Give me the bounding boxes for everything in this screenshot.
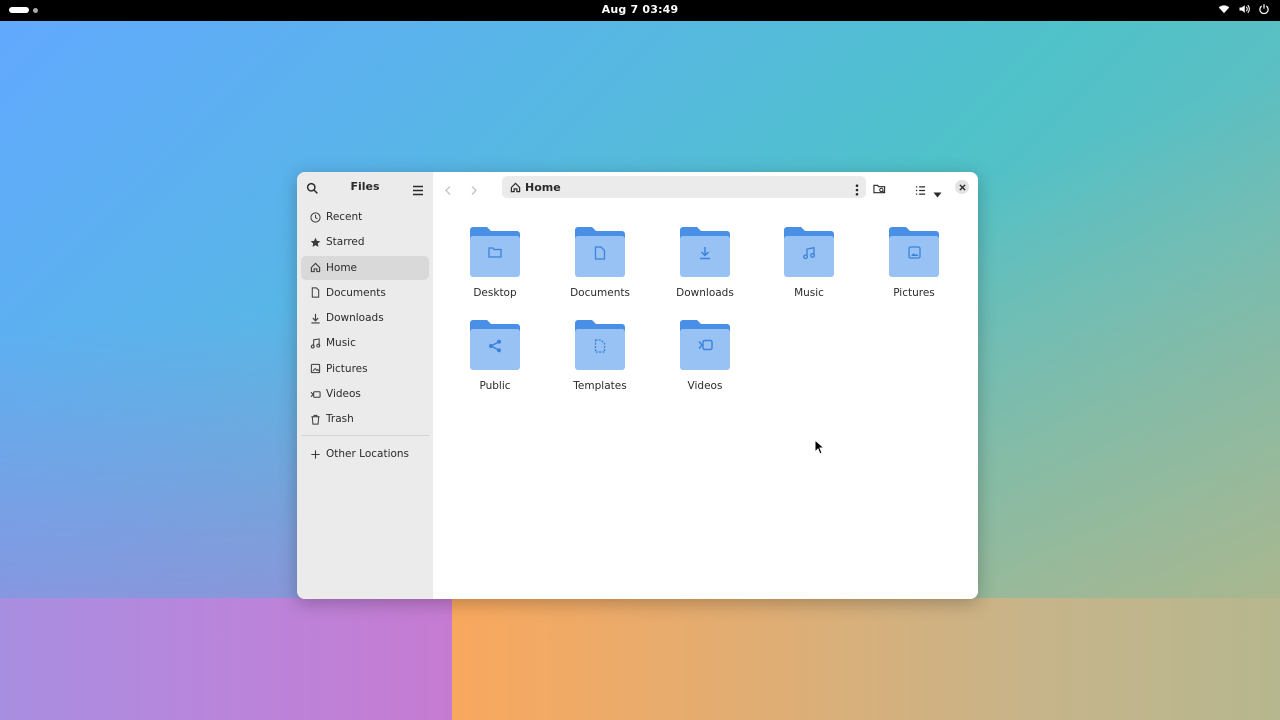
folder-label: Pictures: [893, 287, 935, 299]
current-location[interactable]: Home: [525, 181, 561, 194]
sidebar-item-label: Starred: [326, 236, 365, 249]
sidebar-header: Files: [297, 172, 433, 202]
folder-label: Public: [479, 380, 511, 392]
sidebar-item-home[interactable]: Home: [301, 255, 429, 280]
close-button[interactable]: [955, 180, 969, 194]
video-icon: [309, 388, 321, 400]
clock[interactable]: Aug 7 03:49: [0, 3, 1280, 16]
sidebar-item-label: Music: [326, 337, 356, 350]
more-options-icon[interactable]: [855, 181, 859, 200]
sidebar-item-label: Other Locations: [326, 448, 410, 461]
sidebar-item-label: Recent: [326, 211, 363, 223]
folder-pictures[interactable]: Pictures: [869, 224, 959, 299]
video-emblem-icon: [678, 339, 732, 351]
sidebar-item-label: Trash: [326, 413, 354, 426]
trash-icon: [309, 413, 321, 425]
picture-icon: [309, 363, 321, 375]
sidebar-item-label: Videos: [326, 388, 361, 401]
mouse-pointer-icon: [814, 438, 826, 459]
template-emblem-icon: [573, 339, 627, 353]
location-bar[interactable]: Home: [502, 176, 866, 198]
main-content: Home Desktop Documents Downloads Music P…: [433, 172, 978, 599]
folder-label: Downloads: [676, 287, 734, 299]
folder-videos[interactable]: Videos: [660, 317, 750, 392]
folder-emblem-icon: [468, 246, 522, 258]
plus-icon: [309, 448, 321, 460]
wallpaper-bottom-right: [452, 598, 1280, 720]
close-icon: [958, 183, 966, 191]
share-emblem-icon: [468, 339, 522, 353]
folder-icon: [782, 224, 836, 278]
document-icon: [309, 287, 321, 299]
folder-label: Desktop: [473, 287, 517, 299]
folder-documents[interactable]: Documents: [555, 224, 645, 299]
folder-label: Music: [794, 287, 824, 299]
music-emblem-icon: [782, 246, 836, 260]
sidebar-separator: [301, 435, 429, 437]
sidebar-item-label: Documents: [326, 286, 386, 299]
sidebar-item-label: Downloads: [326, 312, 384, 325]
folder-public[interactable]: Public: [450, 317, 540, 392]
files-window: Files Recent Starred Home Documents Down…: [297, 172, 978, 599]
sidebar: Files Recent Starred Home Documents Down…: [297, 172, 433, 599]
home-icon: [510, 182, 521, 193]
header-bar: Home: [433, 172, 978, 202]
download-icon: [309, 312, 321, 324]
back-arrow-icon[interactable]: [443, 181, 453, 200]
sidebar-item-music[interactable]: Music: [301, 331, 429, 355]
document-emblem-icon: [573, 246, 627, 260]
search-folder-icon[interactable]: [873, 180, 886, 199]
folder-icon: [468, 224, 522, 278]
sidebar-item-label: Home: [326, 261, 358, 274]
folder-icon: [678, 224, 732, 278]
sidebar-item-documents[interactable]: Documents: [301, 281, 429, 305]
picture-emblem-icon: [887, 246, 941, 259]
folder-downloads[interactable]: Downloads: [660, 224, 750, 299]
folder-icon: [468, 317, 522, 371]
top-bar: Aug 7 03:49: [0, 0, 1280, 21]
wifi-icon: [1218, 3, 1230, 15]
sidebar-item-videos[interactable]: Videos: [301, 382, 429, 406]
sidebar-item-label: Pictures: [326, 362, 368, 375]
wallpaper-bottom-left: [0, 598, 452, 720]
sidebar-item-recent[interactable]: Recent: [301, 205, 429, 229]
clock-icon: [309, 211, 321, 223]
star-icon: [309, 236, 321, 248]
home-icon: [309, 262, 321, 274]
sidebar-item-starred[interactable]: Starred: [301, 230, 429, 254]
folder-templates[interactable]: Templates: [555, 317, 645, 392]
folder-label: Templates: [573, 380, 627, 392]
folder-label: Documents: [570, 287, 630, 299]
sidebar-item-downloads[interactable]: Downloads: [301, 306, 429, 330]
main-menu-icon[interactable]: [412, 181, 424, 200]
sidebar-item-pictures[interactable]: Pictures: [301, 357, 429, 381]
system-tray[interactable]: [1218, 3, 1270, 15]
sidebar-item-trash[interactable]: Trash: [301, 407, 429, 431]
folder-music[interactable]: Music: [764, 224, 854, 299]
folder-icon: [573, 317, 627, 371]
folder-icon: [678, 317, 732, 371]
list-view-icon[interactable]: [915, 181, 926, 200]
folder-icon: [573, 224, 627, 278]
forward-arrow-icon[interactable]: [469, 181, 479, 200]
power-icon: [1258, 3, 1270, 15]
folder-label: Videos: [687, 380, 723, 392]
chevron-down-icon[interactable]: [933, 183, 942, 202]
download-emblem-icon: [678, 246, 732, 260]
folder-desktop[interactable]: Desktop: [450, 224, 540, 299]
music-icon: [309, 337, 321, 349]
folder-icon: [887, 224, 941, 278]
places-list: Recent Starred Home Documents Downloads …: [301, 205, 429, 468]
sidebar-item-other-locations[interactable]: Other Locations: [301, 442, 429, 466]
volume-icon: [1238, 3, 1250, 15]
